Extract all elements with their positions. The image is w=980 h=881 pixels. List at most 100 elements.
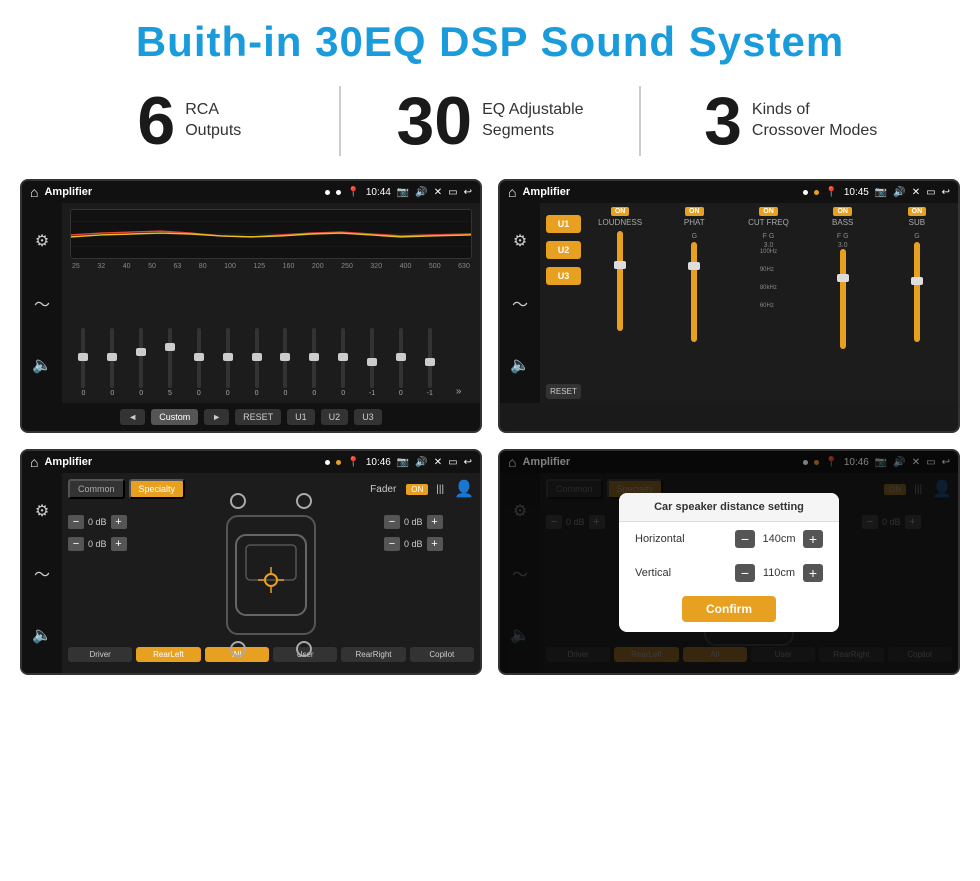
eq-next-btn[interactable]: ► xyxy=(204,409,229,425)
cross-channels: ON LOUDNESS ON PHAT xyxy=(585,207,952,399)
eq-slider-11[interactable]: 0 xyxy=(387,328,414,397)
eq-reset-btn[interactable]: RESET xyxy=(235,409,281,425)
eq-slider-12[interactable]: -1 xyxy=(416,328,443,397)
status-dot-2 xyxy=(336,190,341,195)
dialog-horizontal-input: − 140cm + xyxy=(735,530,823,548)
eq-slider-9[interactable]: 0 xyxy=(330,328,357,397)
fader-center-car xyxy=(164,505,378,645)
speaker-fr xyxy=(296,493,312,509)
stats-row: 6 RCAOutputs 30 EQ AdjustableSegments 3 … xyxy=(0,76,980,171)
eq-slider-1[interactable]: 0 xyxy=(99,328,126,397)
fader-tab-common[interactable]: Common xyxy=(68,479,125,499)
fader-main: Common Specialty Fader ON ||| 👤 − 0 dB + xyxy=(62,473,480,673)
volume-icon-3: 🔊 xyxy=(415,457,427,468)
screen-distance: ⌂ Amplifier 📍 10:46 📷 🔊 ✕ ▭ ↩ ⚙ 〜 🔈 Comm… xyxy=(498,449,960,675)
eq-speaker-icon[interactable]: 🔈 xyxy=(32,355,52,375)
car-diagram xyxy=(226,515,316,635)
camera-icon: 📷 xyxy=(397,187,409,198)
cross-slider-phat[interactable] xyxy=(691,242,697,399)
fader-on-badge[interactable]: ON xyxy=(406,484,428,495)
home-icon-3[interactable]: ⌂ xyxy=(30,454,38,470)
stat-label-rca: RCAOutputs xyxy=(185,100,241,142)
cross-on-sub[interactable]: ON xyxy=(908,207,927,216)
fader-left: − 0 dB + − 0 dB + xyxy=(68,505,158,645)
eq-more[interactable]: » xyxy=(445,386,472,397)
dialog-vertical-plus[interactable]: + xyxy=(803,564,823,582)
dialog-vertical-minus[interactable]: − xyxy=(735,564,755,582)
eq-sidebar: ⚙ 〜 🔈 xyxy=(22,203,62,403)
fader-content: − 0 dB + − 0 dB + xyxy=(68,505,474,645)
fader-minus-1[interactable]: − xyxy=(68,515,84,529)
cross-on-loudness[interactable]: ON xyxy=(611,207,630,216)
eq-u1-btn[interactable]: U1 xyxy=(287,409,315,425)
eq-wave-icon[interactable]: 〜 xyxy=(34,291,50,315)
cross-slider-sub[interactable] xyxy=(914,242,920,399)
cross-wave-icon[interactable]: 〜 xyxy=(512,291,528,315)
profile-icon[interactable]: 👤 xyxy=(454,479,474,499)
stat-divider-2 xyxy=(639,86,641,156)
eq-custom-btn[interactable]: Custom xyxy=(151,409,198,425)
cross-reset-btn[interactable]: RESET xyxy=(546,384,581,399)
fader-minus-2[interactable]: − xyxy=(68,537,84,551)
fader-minus-4[interactable]: − xyxy=(384,537,400,551)
back-icon[interactable]: ↩ xyxy=(464,187,472,198)
fader-btn-rearleft[interactable]: RearLeft xyxy=(136,647,200,662)
cross-u2-btn[interactable]: U2 xyxy=(546,241,581,259)
home-icon-2[interactable]: ⌂ xyxy=(508,184,516,200)
eq-slider-3[interactable]: 5 xyxy=(157,328,184,397)
fader-plus-3[interactable]: + xyxy=(427,515,443,529)
eq-prev-btn[interactable]: ◄ xyxy=(120,409,145,425)
eq-sliders: 0 0 0 5 0 xyxy=(70,274,472,397)
cross-label-sub: SUB xyxy=(909,218,925,227)
eq-main-area: 25 32 40 50 63 80 100 125 160 200 250 32… xyxy=(62,203,480,403)
cross-speaker-icon[interactable]: 🔈 xyxy=(510,355,530,375)
fader-plus-2[interactable]: + xyxy=(111,537,127,551)
freq-63: 63 xyxy=(173,263,181,270)
fader-sidebar: ⚙ 〜 🔈 xyxy=(22,473,62,673)
fader-plus-4[interactable]: + xyxy=(427,537,443,551)
cross-ch-sub: ON SUB G xyxy=(882,207,952,399)
confirm-button[interactable]: Confirm xyxy=(682,596,776,622)
eq-slider-7[interactable]: 0 xyxy=(272,328,299,397)
eq-slider-10[interactable]: -1 xyxy=(359,328,386,397)
freq-25: 25 xyxy=(72,263,80,270)
fader-label: Fader xyxy=(370,484,396,495)
cross-on-bass[interactable]: ON xyxy=(833,207,852,216)
header: Buith-in 30EQ DSP Sound System xyxy=(0,0,980,76)
fader-plus-1[interactable]: + xyxy=(111,515,127,529)
eq-filter-icon[interactable]: ⚙ xyxy=(35,231,49,251)
cross-slider-loudness[interactable] xyxy=(617,231,623,399)
cross-on-phat[interactable]: ON xyxy=(685,207,704,216)
fader-tab-specialty[interactable]: Specialty xyxy=(129,479,186,499)
eq-slider-4[interactable]: 0 xyxy=(185,328,212,397)
speaker-rr xyxy=(296,641,312,657)
fader-btn-rearright[interactable]: RearRight xyxy=(341,647,405,662)
cross-u1-btn[interactable]: U1 xyxy=(546,215,581,233)
fader-minus-3[interactable]: − xyxy=(384,515,400,529)
eq-slider-0[interactable]: 0 xyxy=(70,328,97,397)
eq-u3-btn[interactable]: U3 xyxy=(354,409,382,425)
back-icon-2[interactable]: ↩ xyxy=(942,187,950,198)
cross-filter-icon[interactable]: ⚙ xyxy=(513,231,527,251)
fader-btn-copilot[interactable]: Copilot xyxy=(410,647,474,662)
eq-slider-8[interactable]: 0 xyxy=(301,328,328,397)
eq-slider-5[interactable]: 0 xyxy=(214,328,241,397)
dialog-horizontal-minus[interactable]: − xyxy=(735,530,755,548)
cross-on-cutfreq[interactable]: ON xyxy=(759,207,778,216)
home-icon[interactable]: ⌂ xyxy=(30,184,38,200)
fader-btn-driver[interactable]: Driver xyxy=(68,647,132,662)
fader-speaker-icon[interactable]: 🔈 xyxy=(32,625,52,645)
cross-label-loudness: LOUDNESS xyxy=(598,218,642,227)
eq-slider-2[interactable]: 0 xyxy=(128,328,155,397)
cross-slider-bass[interactable] xyxy=(840,249,846,399)
cross-main: U1 U2 U3 RESET ON LOUDNESS xyxy=(540,203,958,403)
screen2-time: 10:45 xyxy=(844,187,869,198)
dialog-overlay: Car speaker distance setting Horizontal … xyxy=(500,451,958,673)
back-icon-3[interactable]: ↩ xyxy=(464,457,472,468)
dialog-horizontal-plus[interactable]: + xyxy=(803,530,823,548)
eq-u2-btn[interactable]: U2 xyxy=(321,409,349,425)
eq-slider-6[interactable]: 0 xyxy=(243,328,270,397)
fader-wave-icon[interactable]: 〜 xyxy=(34,561,50,585)
fader-filter-icon[interactable]: ⚙ xyxy=(35,501,49,521)
cross-u3-btn[interactable]: U3 xyxy=(546,267,581,285)
